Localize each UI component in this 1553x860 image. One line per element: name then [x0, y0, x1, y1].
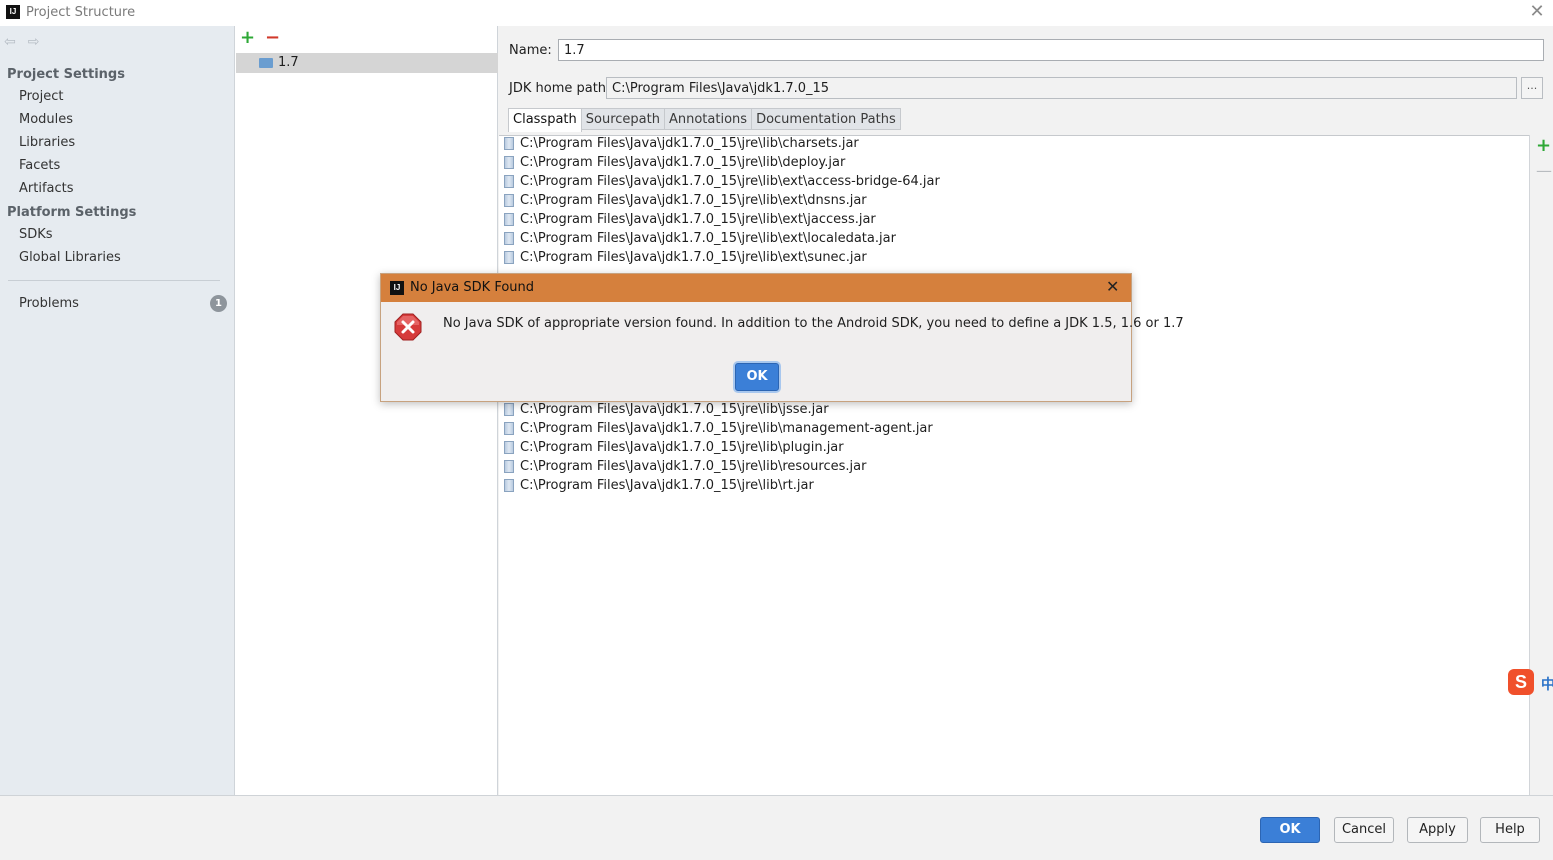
ok-button[interactable]: OK — [1260, 817, 1320, 843]
project-settings-header: Project Settings — [7, 67, 125, 82]
dialog-ok-button[interactable]: OK — [735, 363, 779, 391]
classpath-list: C:\Program Files\Java\jdk1.7.0_15\jre\li… — [499, 135, 1529, 796]
ime-logo-icon[interactable]: S — [1508, 669, 1534, 695]
back-arrow-icon[interactable]: ⇦ — [4, 34, 16, 50]
forward-arrow-icon[interactable]: ⇨ — [28, 34, 40, 50]
jar-path: C:\Program Files\Java\jdk1.7.0_15\jre\li… — [520, 212, 876, 227]
sdk-item-label: 1.7 — [278, 55, 299, 70]
sdk-tabs: Classpath Sourcepath Annotations Documen… — [508, 108, 901, 132]
nav-item-problems[interactable]: Problems — [19, 296, 79, 311]
dialog-title-bar: IJ No Java SDK Found ✕ — [381, 274, 1131, 302]
classpath-toolbar: + — — [1529, 135, 1553, 795]
tab-classpath[interactable]: Classpath — [508, 108, 582, 132]
nav-item-sdks[interactable]: SDKs — [19, 227, 53, 242]
cancel-button[interactable]: Cancel — [1334, 817, 1394, 843]
name-label: Name: — [509, 43, 552, 58]
title-bar: IJ Project Structure ✕ — [0, 0, 1553, 26]
jar-icon — [504, 232, 514, 245]
jar-icon — [504, 422, 514, 435]
jar-path: C:\Program Files\Java\jdk1.7.0_15\jre\li… — [520, 155, 846, 170]
error-icon — [394, 313, 422, 341]
jar-icon — [504, 403, 514, 416]
jar-path: C:\Program Files\Java\jdk1.7.0_15\jre\li… — [520, 440, 844, 455]
help-button[interactable]: Help — [1480, 817, 1540, 843]
no-java-sdk-dialog: IJ No Java SDK Found ✕ No Java SDK of ap… — [380, 273, 1184, 402]
window-title: Project Structure — [26, 5, 136, 20]
nav-item-project[interactable]: Project — [19, 89, 63, 104]
sdk-name-input[interactable] — [558, 39, 1544, 61]
jar-icon — [504, 194, 514, 207]
dialog-message: No Java SDK of appropriate version found… — [443, 316, 1184, 331]
browse-button[interactable]: ... — [1521, 77, 1543, 99]
jar-icon — [504, 213, 514, 226]
jar-path: C:\Program Files\Java\jdk1.7.0_15\jre\li… — [520, 421, 933, 436]
nav-item-global-libraries[interactable]: Global Libraries — [19, 250, 121, 265]
jar-icon — [504, 137, 514, 150]
nav-item-libraries[interactable]: Libraries — [19, 135, 75, 150]
apply-button[interactable]: Apply — [1407, 817, 1468, 843]
jar-icon — [504, 156, 514, 169]
ime-language-indicator[interactable]: 中 — [1541, 674, 1553, 694]
sdk-detail-panel: Name: JDK home path: ... Classpath Sourc… — [498, 26, 1553, 796]
jdk-home-path-field[interactable] — [606, 77, 1517, 99]
jdk-home-label: JDK home path: — [509, 81, 611, 96]
remove-classpath-icon[interactable]: — — [1536, 163, 1552, 179]
nav-item-modules[interactable]: Modules — [19, 112, 73, 127]
jar-icon — [504, 175, 514, 188]
jar-path: C:\Program Files\Java\jdk1.7.0_15\jre\li… — [520, 136, 859, 151]
dialog-title: No Java SDK Found — [410, 280, 535, 295]
app-logo: IJ — [6, 5, 20, 19]
nav-item-artifacts[interactable]: Artifacts — [19, 181, 74, 196]
jar-path: C:\Program Files\Java\jdk1.7.0_15\jre\li… — [520, 459, 867, 474]
dialog-close-icon[interactable]: ✕ — [1106, 278, 1119, 296]
dialog-footer: OK Cancel Apply Help — [0, 795, 1553, 860]
jar-path: C:\Program Files\Java\jdk1.7.0_15\jre\li… — [520, 402, 829, 417]
nav-item-facets[interactable]: Facets — [19, 158, 60, 173]
nav-divider — [8, 280, 220, 281]
tab-annotations[interactable]: Annotations — [663, 108, 753, 130]
folder-icon — [259, 58, 273, 68]
history-arrows: ⇦ ⇨ — [4, 34, 51, 50]
sdk-list-item[interactable]: 1.7 — [236, 53, 498, 73]
jar-path: C:\Program Files\Java\jdk1.7.0_15\jre\li… — [520, 478, 814, 493]
tab-sourcepath[interactable]: Sourcepath — [580, 108, 665, 130]
sdk-list-panel: + − 1.7 — [234, 26, 498, 795]
add-sdk-icon[interactable]: + — [240, 29, 255, 47]
jar-icon — [504, 479, 514, 492]
jar-path: C:\Program Files\Java\jdk1.7.0_15\jre\li… — [520, 231, 896, 246]
jar-path: C:\Program Files\Java\jdk1.7.0_15\jre\li… — [520, 174, 940, 189]
tab-documentation-paths[interactable]: Documentation Paths — [751, 108, 901, 130]
dialog-app-logo: IJ — [390, 281, 404, 295]
platform-settings-header: Platform Settings — [7, 205, 137, 220]
close-icon[interactable]: ✕ — [1527, 2, 1547, 22]
settings-nav: ⇦ ⇨ Project Settings Project Modules Libr… — [0, 26, 234, 795]
jar-path: C:\Program Files\Java\jdk1.7.0_15\jre\li… — [520, 193, 867, 208]
jar-icon — [504, 460, 514, 473]
jar-icon — [504, 251, 514, 264]
remove-sdk-icon[interactable]: − — [265, 29, 280, 47]
add-classpath-icon[interactable]: + — [1536, 137, 1551, 155]
problems-count-badge: 1 — [210, 295, 227, 312]
jar-icon — [504, 441, 514, 454]
jar-path: C:\Program Files\Java\jdk1.7.0_15\jre\li… — [520, 250, 867, 265]
